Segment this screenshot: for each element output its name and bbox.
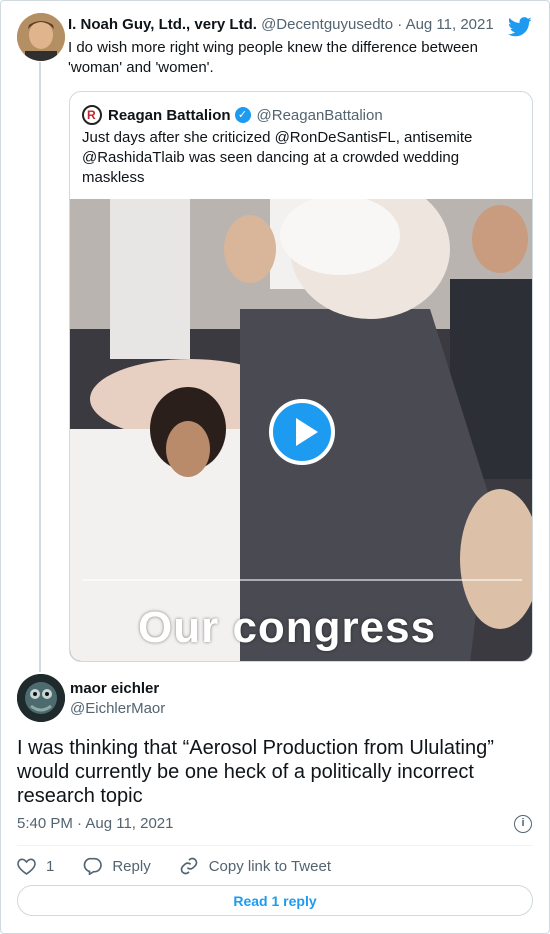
twitter-bird-icon[interactable] (508, 16, 532, 38)
reply-label: Reply (112, 857, 151, 875)
reply-author-avatar[interactable] (17, 674, 65, 722)
quoted-tweet-text: Just days after she criticized @RonDeSan… (82, 129, 473, 186)
reply-text: I was thinking that “Aerosol Production … (17, 737, 494, 807)
author-handle[interactable]: @Decentguyusedto (261, 16, 393, 33)
copy-link-label: Copy link to Tweet (208, 857, 331, 875)
separator-dot: · (397, 16, 403, 33)
reply-timestamp[interactable]: 5:40 PM · Aug 11, 2021 (17, 815, 174, 832)
video-player[interactable]: Our congress (70, 199, 532, 661)
reply-author-handle[interactable]: @EichlerMaor (70, 700, 165, 717)
logo-letter: R (87, 108, 96, 122)
copy-link-button[interactable]: Copy link to Tweet (179, 856, 331, 876)
read-replies-button[interactable]: Read 1 reply (17, 885, 533, 916)
tweet-date[interactable]: Aug 11, 2021 (406, 16, 494, 33)
video-scrubber[interactable] (82, 579, 522, 581)
quoted-tweet-header: R Reagan Battalion ✓ @ReaganBattalion (82, 105, 383, 125)
video-caption: Our congress (138, 603, 437, 652)
author-name[interactable]: I. Noah Guy, Ltd., very Ltd. (68, 16, 257, 33)
tweet-text: I do wish more right wing people knew th… (68, 39, 478, 76)
like-count: 1 (46, 857, 55, 875)
quoted-author-handle[interactable]: @ReaganBattalion (257, 107, 383, 124)
play-icon[interactable] (269, 399, 335, 465)
divider (17, 845, 533, 846)
thread-connector-line (39, 62, 41, 672)
reply-button[interactable]: Reply (82, 857, 151, 875)
quoted-author-avatar: R (82, 105, 102, 125)
like-button[interactable]: 1 (17, 857, 54, 875)
info-icon[interactable]: i (514, 815, 532, 833)
heart-icon (17, 858, 36, 875)
verified-badge-icon: ✓ (234, 107, 251, 123)
action-bar: 1 Reply Copy link to Tweet (17, 855, 359, 877)
quoted-author-name[interactable]: Reagan Battalion (108, 107, 231, 124)
reply-author-name[interactable]: maor eichler (70, 680, 159, 697)
reply-icon (84, 857, 103, 875)
quoted-tweet[interactable]: R Reagan Battalion ✓ @ReaganBattalion Ju… (69, 91, 533, 662)
author-avatar[interactable] (17, 13, 65, 61)
link-icon (180, 857, 198, 875)
tweet-header: I. Noah Guy, Ltd., very Ltd. @Decentguyu… (68, 16, 494, 33)
